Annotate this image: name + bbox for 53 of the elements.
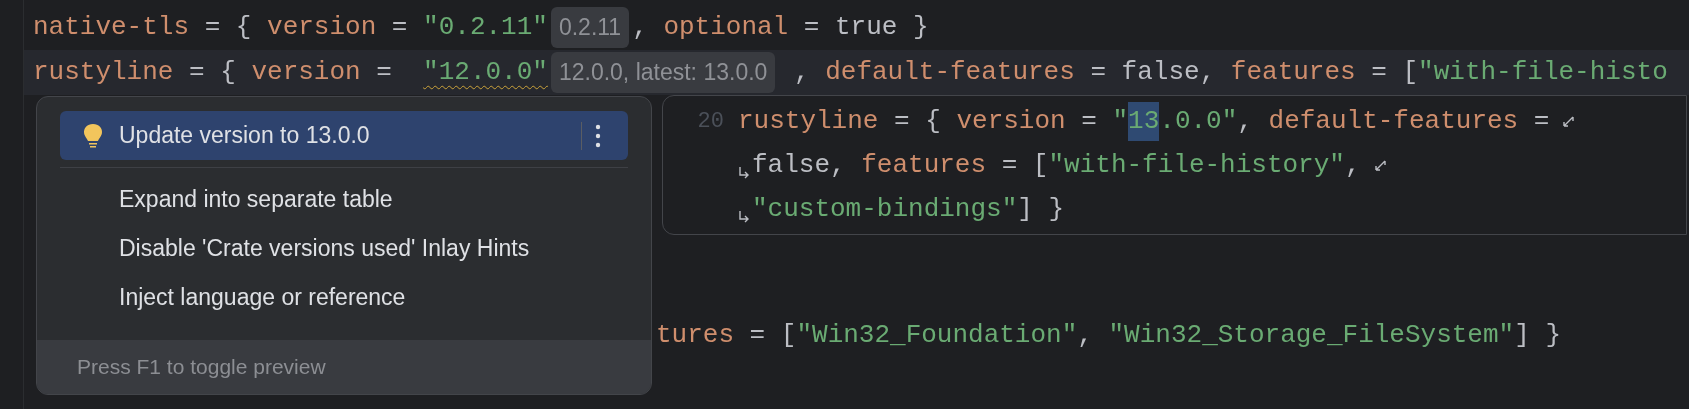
code-token: rustyline [33,56,174,89]
code-token: = [390,11,409,44]
code-token: "Win32_Storage_FileSystem" [1108,319,1515,352]
code-token: native-tls [33,11,190,44]
code-token: = { [188,56,237,89]
code-token: features [861,148,987,182]
soft-wrap-icon [1372,158,1387,172]
code-token: ] } [1514,319,1561,352]
code-token: "with-file-history" [1048,148,1345,182]
code-token: "12.0.0" [423,56,548,89]
more-options-icon[interactable] [594,122,602,149]
code-token: tures [656,319,734,352]
code-token: "0.2.11" [423,11,548,44]
code-token: , [632,11,649,44]
code-token: .0.0" [1159,104,1238,138]
soft-wrap-icon [1561,114,1576,128]
code-token: default-features [1268,104,1519,138]
code-token: version [956,104,1066,138]
code-token: features [1230,56,1356,89]
light-bulb-icon [82,121,104,150]
code-token: ] } [1017,192,1065,226]
code-token: optional [663,11,789,44]
code-token: " [1112,104,1129,138]
code-token: "Win32_Foundation" [796,319,1078,352]
code-token: , [792,56,811,89]
code-token: false, [752,148,847,182]
inlay-hint: 0.2.11 [550,7,630,48]
action-item[interactable]: Disable 'Crate versions used' Inlay Hints [60,224,628,273]
action-item[interactable]: Expand into separate table [60,175,628,224]
action-item[interactable]: Update version to 13.0.0 [60,111,628,160]
code-token: , [1344,148,1361,182]
code-token: = [375,56,393,89]
code-token: 13 [1128,101,1160,141]
code-token: = { [203,11,253,44]
inlay-hint: 12.0.0, latest: 13.0.0 [550,52,776,93]
action-item[interactable]: Inject language or reference [60,273,628,322]
code-token: rustyline [738,104,879,138]
code-token: = [ [1000,148,1049,182]
code-token: = [1080,104,1098,138]
code-token: , [1077,319,1094,352]
code-token: "with-file-histo [1418,56,1668,89]
code-token: , [1237,104,1254,138]
code-token: = [1532,104,1550,138]
code-token: = [ [748,319,797,352]
code-token: version [251,56,361,89]
code-token: = { [893,104,942,138]
code-token: = false, [1089,56,1217,89]
preview-hint: Press F1 to toggle preview [77,354,326,381]
code-token: = true } [802,11,929,44]
code-token: version [267,11,377,44]
code-token: default-features [825,56,1075,89]
code-token: = [ [1370,56,1419,89]
code-token: "custom-bindings" [752,192,1018,226]
